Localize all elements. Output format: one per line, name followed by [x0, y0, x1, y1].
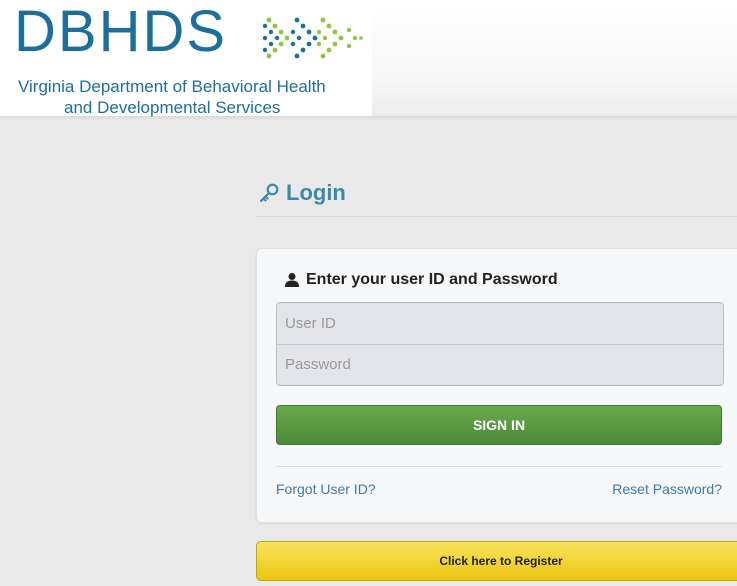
register-button[interactable]: Click here to Register [256, 541, 737, 581]
dbhds-logo: DBHDS Virginia Department of Behavioral … [0, 0, 372, 118]
sign-in-button[interactable]: SIGN IN [276, 405, 722, 445]
user-icon [285, 273, 299, 287]
login-title: Login [258, 180, 346, 206]
credentials-heading: Enter your user ID and Password [284, 271, 558, 289]
card-divider [276, 466, 722, 467]
logo-subtitle-line2: and Developmental Services [64, 98, 281, 117]
key-icon [259, 183, 279, 203]
credentials-heading-text: Enter your user ID and Password [306, 271, 558, 288]
forgot-user-id-link[interactable]: Forgot User ID? [276, 481, 376, 497]
logo-subtitle-line1: Virginia Department of Behavioral Health [18, 77, 326, 96]
logo-wordmark: DBHDS [14, 0, 228, 64]
logo-chevrons-icon [263, 17, 363, 59]
credentials-input-group [276, 302, 724, 386]
login-title-text: Login [286, 180, 346, 205]
page-header: DBHDS Virginia Department of Behavioral … [0, 0, 737, 117]
password-input[interactable] [277, 344, 723, 384]
reset-password-link[interactable]: Reset Password? [612, 481, 722, 497]
title-divider [256, 216, 737, 217]
user-id-input[interactable] [277, 303, 723, 344]
logo-subtitle: Virginia Department of Behavioral Health… [18, 76, 326, 118]
